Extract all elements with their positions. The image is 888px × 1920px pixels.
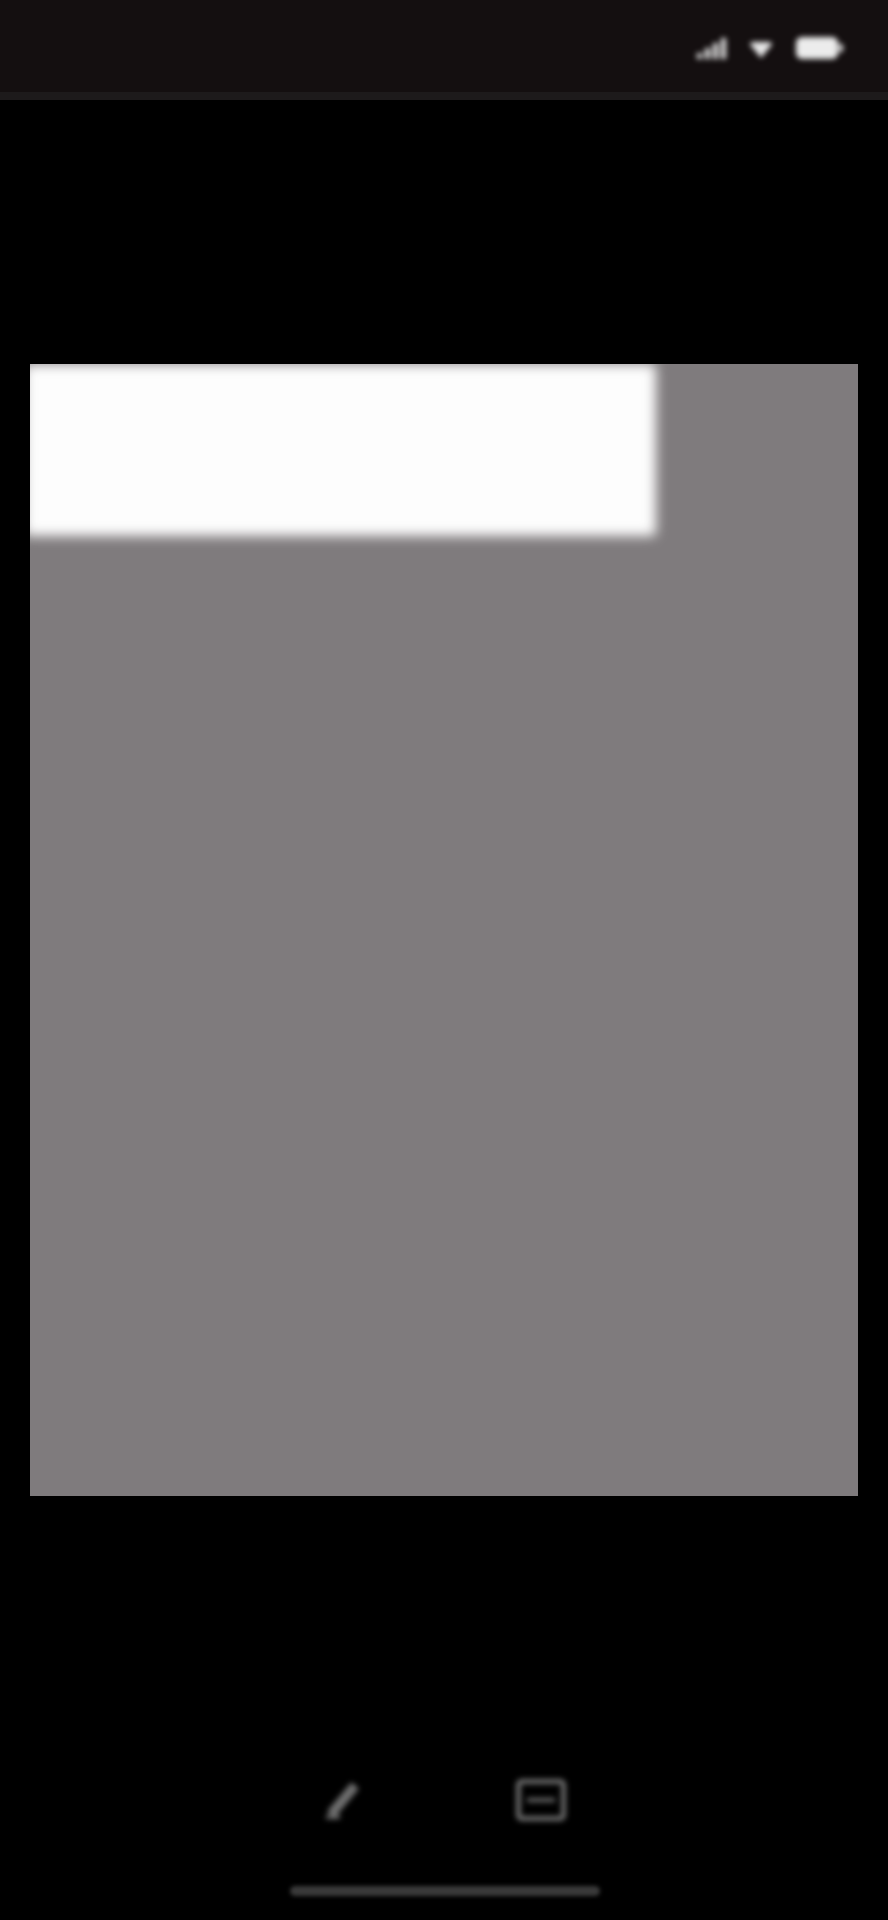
home-indicator [290, 1886, 600, 1896]
bottom-toolbar [0, 1760, 888, 1840]
wifi-icon [748, 42, 774, 58]
scan-icon[interactable] [516, 1779, 566, 1821]
signal-icon [697, 37, 726, 59]
status-bar-title [64, 26, 334, 62]
battery-icon [796, 37, 843, 59]
status-bar [0, 0, 888, 100]
document-page[interactable] [30, 364, 858, 1496]
edit-icon[interactable] [322, 1779, 364, 1821]
status-icons [697, 30, 843, 66]
document-text [134, 406, 754, 1406]
